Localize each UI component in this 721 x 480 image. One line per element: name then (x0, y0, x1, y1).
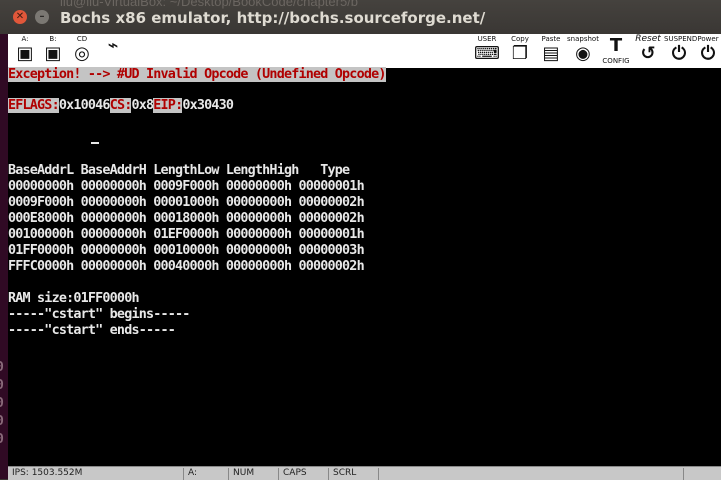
close-icon[interactable]: ✕ (13, 10, 27, 24)
config-button[interactable]: T CONFIG (602, 35, 630, 67)
suspend-label: SUSPEND (664, 35, 698, 43)
scroll-lock-indicator: SCRL (328, 468, 378, 480)
reset-label: Reset (635, 34, 661, 44)
memory-table-row: 0009F000h 00000000h 00001000h 00000000h … (8, 195, 365, 210)
background-window-title: liu@liu-VirtualBox: ~/Desktop/BookCode/c… (60, 0, 359, 9)
cs-value: 0x8 (131, 98, 154, 113)
cstart-ends-line: -----"cstart" ends----- (8, 323, 176, 338)
power-label: Power (697, 35, 719, 43)
floppy-b-label: B: (49, 35, 57, 43)
eflags-value: 0x10046 (58, 98, 111, 113)
floppy-icon: ▣ (44, 43, 62, 64)
ram-size-line: RAM size:01FF0000h (8, 291, 140, 306)
snapshot-label: snapshot (567, 35, 599, 43)
usb-icon: ⌁ (107, 35, 119, 56)
snapshot-button[interactable]: snapshot ◉ (566, 35, 600, 67)
register-line: EFLAGS:0x10046CS:0x8EIP:0x30430 (8, 98, 234, 113)
cs-label: CS: (109, 98, 132, 113)
reset-button[interactable]: Reset ↺ (634, 35, 662, 67)
copy-icon: ❐ (511, 43, 529, 64)
paste-label: Paste (541, 35, 561, 43)
suspend-button[interactable]: SUSPEND ⏻ (664, 35, 698, 67)
floppy-a-label: A: (21, 35, 29, 43)
exception-message: Exception! --> #UD Invalid Opcode (Undef… (8, 67, 386, 82)
caps-lock-indicator: CAPS (278, 468, 328, 480)
cdrom-icon: ◎ (74, 43, 90, 64)
ips-indicator: IPS: 1503.552M (12, 468, 83, 478)
memory-table-row: 01FF0000h 00000000h 00010000h 00000000h … (8, 243, 365, 258)
bochs-toolbar: A: ▣ B: ▣ CD ◎ ⌁ USER ⌨ Copy ❐ Paste ▤ s… (8, 34, 721, 69)
window-title: Bochs x86 emulator, http://bochs.sourcef… (60, 9, 486, 27)
cdrom-button[interactable]: CD ◎ (70, 35, 94, 67)
memory-table-header: BaseAddrL BaseAddrH LengthLow LengthHigh… (8, 163, 350, 178)
floppy-a-button[interactable]: A: ▣ (14, 35, 36, 67)
power-button[interactable]: Power ⏻ (696, 35, 720, 67)
background-terminal-strip: 0 0 0 0 0 (0, 0, 8, 479)
copy-label: Copy (511, 35, 529, 43)
status-bar: IPS: 1503.552M A: NUM CAPS SCRL (8, 466, 721, 480)
suspend-icon: ⏻ (671, 43, 687, 64)
status-empty-field (683, 468, 718, 480)
num-lock-indicator: NUM (228, 468, 278, 480)
camera-icon: ◉ (575, 43, 591, 64)
cstart-begins-line: -----"cstart" begins----- (8, 307, 190, 322)
reset-icon: ↺ (640, 43, 656, 64)
paste-icon: ▤ (542, 43, 560, 64)
copy-button[interactable]: Copy ❐ (508, 35, 532, 67)
text-cursor (91, 142, 99, 144)
keyboard-icon: ⌨ (474, 43, 500, 64)
drive-indicator: A: (183, 468, 228, 480)
eip-label: EIP: (153, 98, 183, 113)
memory-table-row: 00000000h 00000000h 0009F000h 00000000h … (8, 179, 365, 194)
minimize-icon[interactable]: – (35, 10, 49, 24)
eip-value: 0x30430 (182, 98, 234, 113)
window-titlebar[interactable]: liu@liu-VirtualBox: ~/Desktop/BookCode/c… (0, 0, 721, 34)
cdrom-label: CD (76, 35, 88, 43)
paste-button[interactable]: Paste ▤ (538, 35, 564, 67)
eflags-label: EFLAGS: (8, 98, 60, 113)
floppy-b-button[interactable]: B: ▣ (42, 35, 64, 67)
user-button[interactable]: USER ⌨ (472, 35, 502, 67)
memory-table-row: 00100000h 00000000h 01EF0000h 00000000h … (8, 227, 365, 242)
user-label: USER (477, 35, 497, 43)
usb-button[interactable]: ⌁ (100, 35, 126, 67)
config-label: CONFIG (602, 57, 630, 65)
emulator-screen[interactable]: Exception! --> #UD Invalid Opcode (Undef… (8, 67, 721, 466)
floppy-icon: ▣ (16, 43, 34, 64)
memory-table-row: FFFC0000h 00000000h 00040000h 00000000h … (8, 259, 365, 274)
memory-table-row: 000E8000h 00000000h 00018000h 00000000h … (8, 211, 365, 226)
status-empty-field (378, 468, 683, 480)
config-icon: T (609, 35, 623, 56)
power-icon: ⏻ (700, 43, 716, 64)
